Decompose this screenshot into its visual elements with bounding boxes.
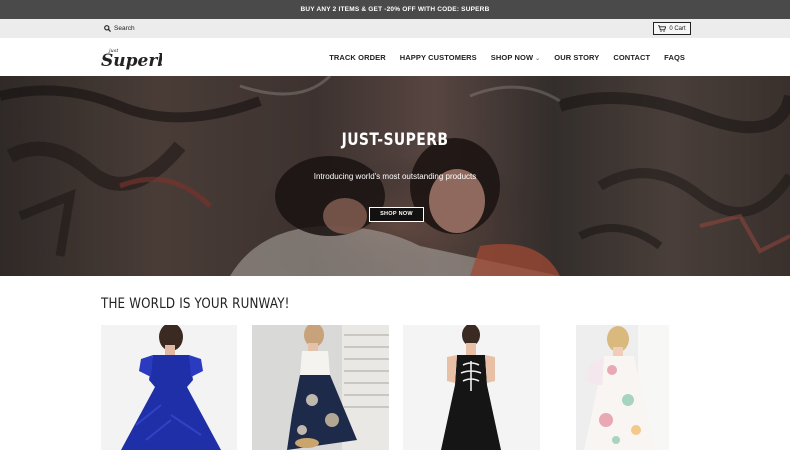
hero-subtitle: Introducing world's most outstanding pro… — [313, 172, 477, 181]
product-card[interactable] — [403, 325, 540, 450]
product-card[interactable] — [101, 325, 237, 450]
hero-banner: JUST-SUPERB Introducing world's most out… — [0, 76, 790, 276]
cart-icon — [658, 25, 667, 32]
main-nav: TRACK ORDER HAPPY CUSTOMERS SHOP NOW ⌄ OU… — [315, 38, 685, 76]
search-label: Search — [114, 25, 135, 32]
shop-now-button[interactable]: SHOP NOW — [369, 207, 424, 222]
black-skeleton-dress-image — [441, 325, 501, 450]
cart-label: 0 Cart — [669, 25, 686, 32]
hero-title: JUST-SUPERB — [341, 130, 449, 150]
promo-banner: BUY ANY 2 ITEMS & GET -20% OFF WITH CODE… — [0, 0, 790, 19]
nav-track-order[interactable]: TRACK ORDER — [329, 53, 386, 62]
blue-lace-dress-image — [121, 325, 221, 450]
nav-shop-now[interactable]: SHOP NOW ⌄ — [491, 53, 540, 62]
search-icon — [104, 25, 111, 32]
search-link[interactable]: Search — [104, 19, 135, 38]
cart-button[interactable]: 0 Cart — [653, 22, 691, 35]
logo[interactable]: just Superb — [100, 42, 162, 72]
logo-text: Superb — [101, 51, 162, 71]
site-header: just Superb TRACK ORDER HAPPY CUSTOMERS … — [0, 38, 790, 76]
nav-faqs[interactable]: FAQS — [664, 53, 685, 62]
nav-contact[interactable]: CONTACT — [613, 53, 650, 62]
utility-bar: Search 0 Cart — [0, 19, 790, 38]
chevron-down-icon: ⌄ — [535, 55, 541, 62]
product-card[interactable] — [252, 325, 389, 450]
collection-title: THE WORLD IS YOUR RUNWAY! — [101, 296, 290, 312]
pastel-floral-dress-image — [584, 325, 669, 450]
nav-happy-customers[interactable]: HAPPY CUSTOMERS — [400, 53, 477, 62]
nav-our-story[interactable]: OUR STORY — [554, 53, 599, 62]
floral-hilo-dress-image — [287, 325, 389, 450]
nav-shop-now-label: SHOP NOW — [490, 52, 534, 62]
product-card[interactable] — [576, 325, 669, 450]
